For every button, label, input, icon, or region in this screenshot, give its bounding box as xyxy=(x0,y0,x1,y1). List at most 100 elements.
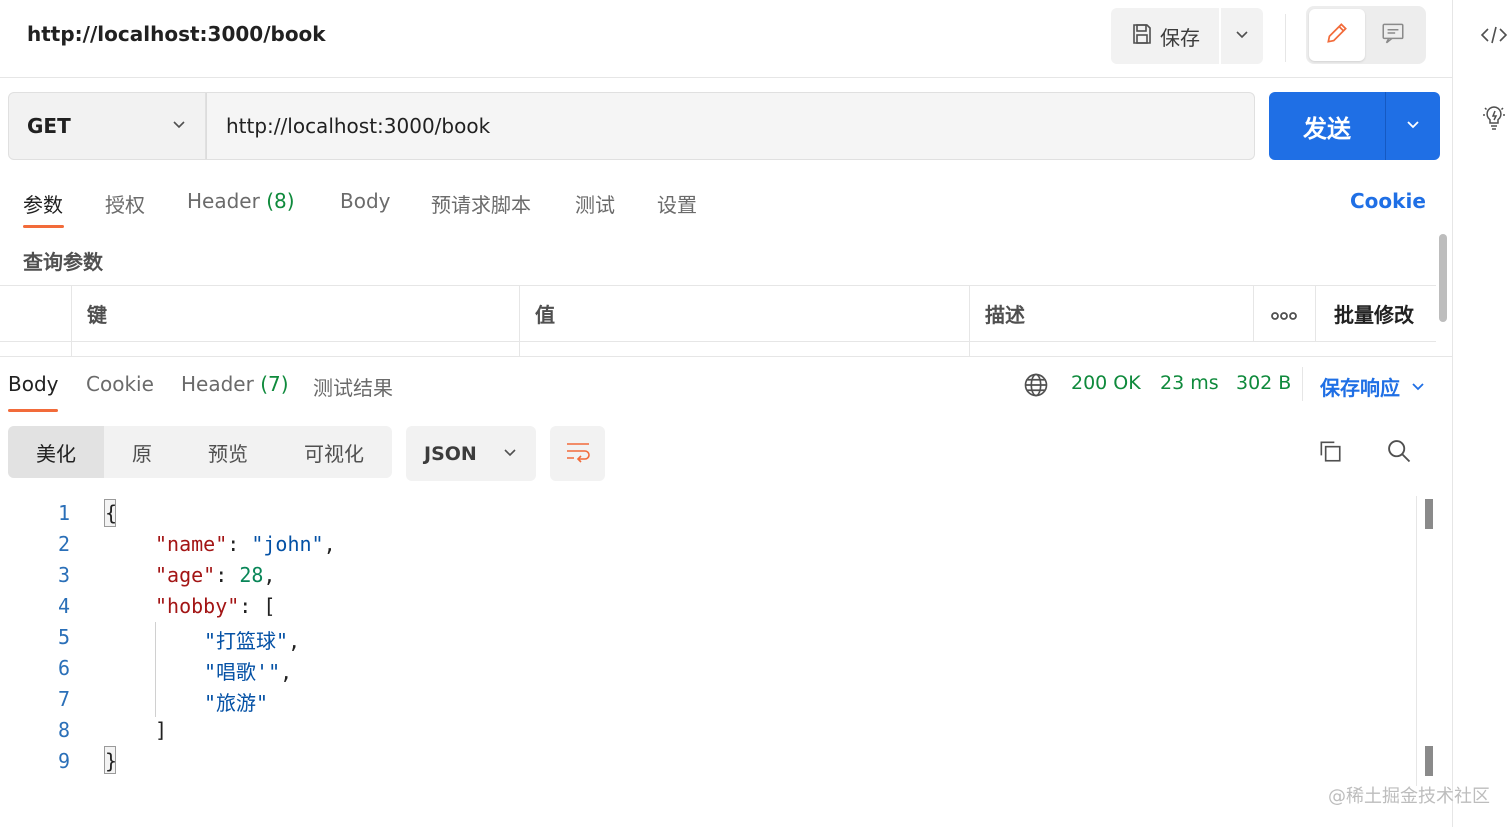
code-line: } xyxy=(105,749,117,773)
code-line: "hobby": [ xyxy=(155,594,276,618)
scrollbar-thumb[interactable] xyxy=(1439,234,1447,322)
comment-mode-button[interactable] xyxy=(1365,9,1421,61)
search-button[interactable] xyxy=(1384,438,1414,468)
code-line: "旅游" xyxy=(204,687,268,716)
json-brace: { xyxy=(105,501,118,525)
column-description: 描述 xyxy=(970,286,1254,342)
response-tab-cookies[interactable]: Cookie xyxy=(86,372,154,396)
response-tab-headers[interactable]: Header (7) xyxy=(181,372,289,396)
toolbar-divider xyxy=(1285,14,1286,62)
tab-params[interactable]: 参数 xyxy=(23,189,63,218)
more-options-button[interactable] xyxy=(1254,286,1316,342)
json-string: "唱歌'" xyxy=(204,660,281,684)
table-row xyxy=(0,342,72,356)
lightbulb-icon[interactable] xyxy=(1479,102,1509,132)
chevron-down-icon xyxy=(1410,375,1426,399)
save-response-label: 保存响应 xyxy=(1320,376,1400,400)
response-divider[interactable] xyxy=(0,356,1452,357)
response-tab-body[interactable]: Body xyxy=(8,372,59,396)
send-group: 发送 xyxy=(1269,92,1440,160)
line-number: 7 xyxy=(57,687,70,711)
line-number: 5 xyxy=(57,625,70,649)
active-tab-indicator xyxy=(23,225,64,228)
active-tab-indicator xyxy=(8,409,58,412)
view-visualize[interactable]: 可视化 xyxy=(276,426,392,478)
line-number: 1 xyxy=(57,501,70,525)
view-mode-segmented: 美化 原 预览 可视化 xyxy=(8,426,392,478)
tab-label: Cookie xyxy=(86,372,154,396)
line-number: 8 xyxy=(57,718,70,742)
tab-label: Body xyxy=(8,372,59,396)
more-icon xyxy=(1271,302,1297,326)
tab-auth[interactable]: 授权 xyxy=(105,189,145,218)
response-body-editor[interactable]: 1 2 3 4 5 6 7 8 9 { "name": "john", "age… xyxy=(0,496,1436,786)
bulk-edit-button[interactable]: 批量修改 xyxy=(1316,286,1436,342)
tab-headers[interactable]: Header (8) xyxy=(187,189,295,213)
watermark: @稀土掘金技术社区 xyxy=(1328,786,1490,807)
main-panel: http://localhost:3000/book 保存 GET http:/… xyxy=(0,0,1452,827)
row-checkbox-column xyxy=(0,286,72,342)
save-icon xyxy=(1130,22,1154,51)
line-number: 6 xyxy=(57,656,70,680)
view-preview[interactable]: 预览 xyxy=(180,426,276,478)
tab-body[interactable]: Body xyxy=(340,189,391,213)
line-number: 3 xyxy=(57,563,70,587)
edit-mode-button[interactable] xyxy=(1309,9,1365,61)
tab-label: 测试结果 xyxy=(313,376,393,400)
send-options-button[interactable] xyxy=(1385,92,1440,160)
wrap-lines-icon xyxy=(564,440,592,468)
tab-label: Body xyxy=(340,189,391,213)
view-pretty[interactable]: 美化 xyxy=(8,426,104,478)
format-select[interactable]: JSON xyxy=(406,426,536,481)
copy-icon xyxy=(1317,438,1343,468)
table-row xyxy=(72,342,520,356)
tab-label: 参数 xyxy=(23,193,63,217)
json-string: "john" xyxy=(251,532,324,556)
json-string: "打篮球" xyxy=(204,629,289,653)
line-number: 9 xyxy=(57,749,70,773)
scrollbar-marker xyxy=(1425,746,1433,776)
status-code[interactable]: 200 OK xyxy=(1071,372,1141,394)
response-size[interactable]: 302 B xyxy=(1236,372,1291,394)
chevron-down-icon xyxy=(1405,116,1421,136)
json-key: "age" xyxy=(155,563,216,587)
globe-icon[interactable] xyxy=(1022,371,1050,403)
response-time[interactable]: 23 ms xyxy=(1160,372,1219,394)
indent-guide xyxy=(155,622,156,717)
column-key: 键 xyxy=(72,286,520,342)
code-line: "age": 28, xyxy=(155,563,276,587)
save-options-button[interactable] xyxy=(1221,8,1263,64)
scrollbar-thumb[interactable] xyxy=(1425,499,1433,529)
url-input[interactable]: http://localhost:3000/book xyxy=(206,92,1255,160)
tab-label: 测试 xyxy=(575,193,615,217)
method-select[interactable]: GET xyxy=(8,92,206,160)
right-sidebar xyxy=(1452,0,1512,827)
column-value: 值 xyxy=(520,286,970,342)
editor-scrollbar[interactable] xyxy=(1416,496,1436,786)
search-icon xyxy=(1385,437,1413,469)
chevron-down-icon xyxy=(171,116,187,136)
tab-tests[interactable]: 测试 xyxy=(575,189,615,218)
wrap-lines-button[interactable] xyxy=(550,426,605,481)
header-count: (7) xyxy=(260,372,289,396)
tab-label: 设置 xyxy=(657,193,697,217)
chevron-down-icon xyxy=(502,443,518,465)
json-key: "hobby" xyxy=(155,594,240,618)
params-scrollbar[interactable] xyxy=(1438,234,1448,354)
table-row xyxy=(520,342,970,356)
tab-settings[interactable]: 设置 xyxy=(657,189,697,218)
code-line: ] xyxy=(155,718,167,742)
cookie-link[interactable]: Cookie xyxy=(1350,189,1426,213)
copy-button[interactable] xyxy=(1315,438,1345,468)
save-button[interactable]: 保存 xyxy=(1111,8,1219,64)
code-snippet-icon[interactable] xyxy=(1479,20,1509,50)
send-button[interactable]: 发送 xyxy=(1269,92,1385,160)
save-response-button[interactable]: 保存响应 xyxy=(1320,372,1426,401)
method-label: GET xyxy=(27,114,71,138)
view-raw[interactable]: 原 xyxy=(104,426,180,478)
response-tab-test-results[interactable]: 测试结果 xyxy=(313,372,393,401)
tab-prerequest-script[interactable]: 预请求脚本 xyxy=(431,189,531,218)
line-number: 2 xyxy=(57,532,70,556)
tab-label: 预请求脚本 xyxy=(431,193,531,217)
request-title: http://localhost:3000/book xyxy=(27,22,326,46)
